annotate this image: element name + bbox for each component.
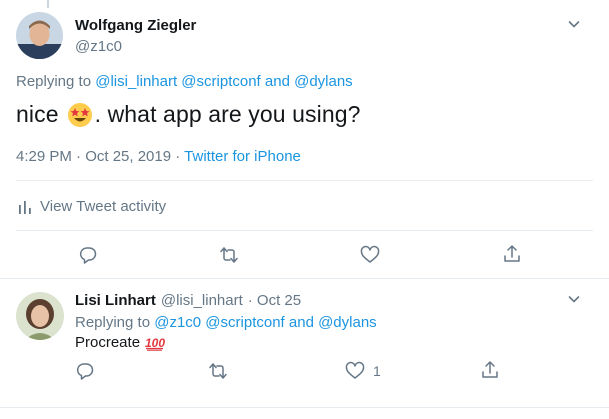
divider (16, 180, 593, 181)
tweet-text: nice . what app are you using? (16, 101, 361, 128)
replying-handles[interactable]: @lisi_linhart @scriptconf and @dylans (95, 73, 352, 90)
reply-icon[interactable] (78, 245, 98, 265)
avatar[interactable] (16, 12, 63, 59)
like-icon[interactable] (360, 245, 380, 265)
replying-handles[interactable]: @z1c0 @scriptconf and @dylans (154, 314, 376, 331)
divider (0, 278, 609, 279)
divider (16, 230, 593, 231)
reply-icon[interactable] (75, 361, 95, 381)
tweet-text-start: nice (16, 101, 59, 127)
tweet-date[interactable]: · Oct 25 (248, 292, 301, 309)
tweet-text: Procreate 100 (75, 334, 165, 351)
tweet-text-end: . what app are you using? (94, 101, 361, 127)
star-struck-icon (67, 102, 93, 128)
chevron-down-icon[interactable] (566, 291, 582, 307)
tweet-meta: 4:29 PM · Oct 25, 2019 · Twitter for iPh… (16, 148, 301, 165)
share-icon[interactable] (480, 360, 500, 380)
author-handle[interactable]: @lisi_linhart (161, 292, 243, 309)
author-name[interactable]: Lisi Linhart (75, 292, 156, 309)
bar-chart-icon (18, 199, 32, 215)
like-icon[interactable] (345, 361, 365, 381)
reply-header: Lisi Linhart @lisi_linhart · Oct 25 (75, 292, 301, 309)
retweet-icon[interactable] (219, 245, 239, 265)
replying-to: Replying to @z1c0 @scriptconf and @dylan… (75, 314, 377, 331)
avatar[interactable] (16, 292, 64, 340)
thread-line (47, 0, 49, 8)
svg-text:100: 100 (145, 336, 165, 350)
timestamp[interactable]: 4:29 PM · Oct 25, 2019 · (16, 148, 180, 165)
share-icon[interactable] (502, 244, 522, 264)
retweet-icon[interactable] (208, 361, 228, 381)
like-count: 1 (373, 363, 381, 379)
replying-to: Replying to @lisi_linhart @scriptconf an… (16, 73, 353, 90)
chevron-down-icon[interactable] (566, 16, 582, 32)
replying-prefix: Replying to (16, 73, 92, 90)
divider (0, 407, 609, 408)
replying-prefix: Replying to (75, 314, 151, 331)
author-handle[interactable]: @z1c0 (75, 38, 122, 55)
tweet-text-body: Procreate (75, 334, 141, 351)
hundred-points-icon: 100 (145, 335, 165, 351)
tweet-source[interactable]: Twitter for iPhone (184, 148, 301, 165)
author-name[interactable]: Wolfgang Ziegler (75, 17, 196, 34)
view-activity-link[interactable]: View Tweet activity (18, 198, 166, 215)
view-activity-label: View Tweet activity (40, 198, 167, 215)
like-button[interactable]: 1 (345, 361, 381, 381)
